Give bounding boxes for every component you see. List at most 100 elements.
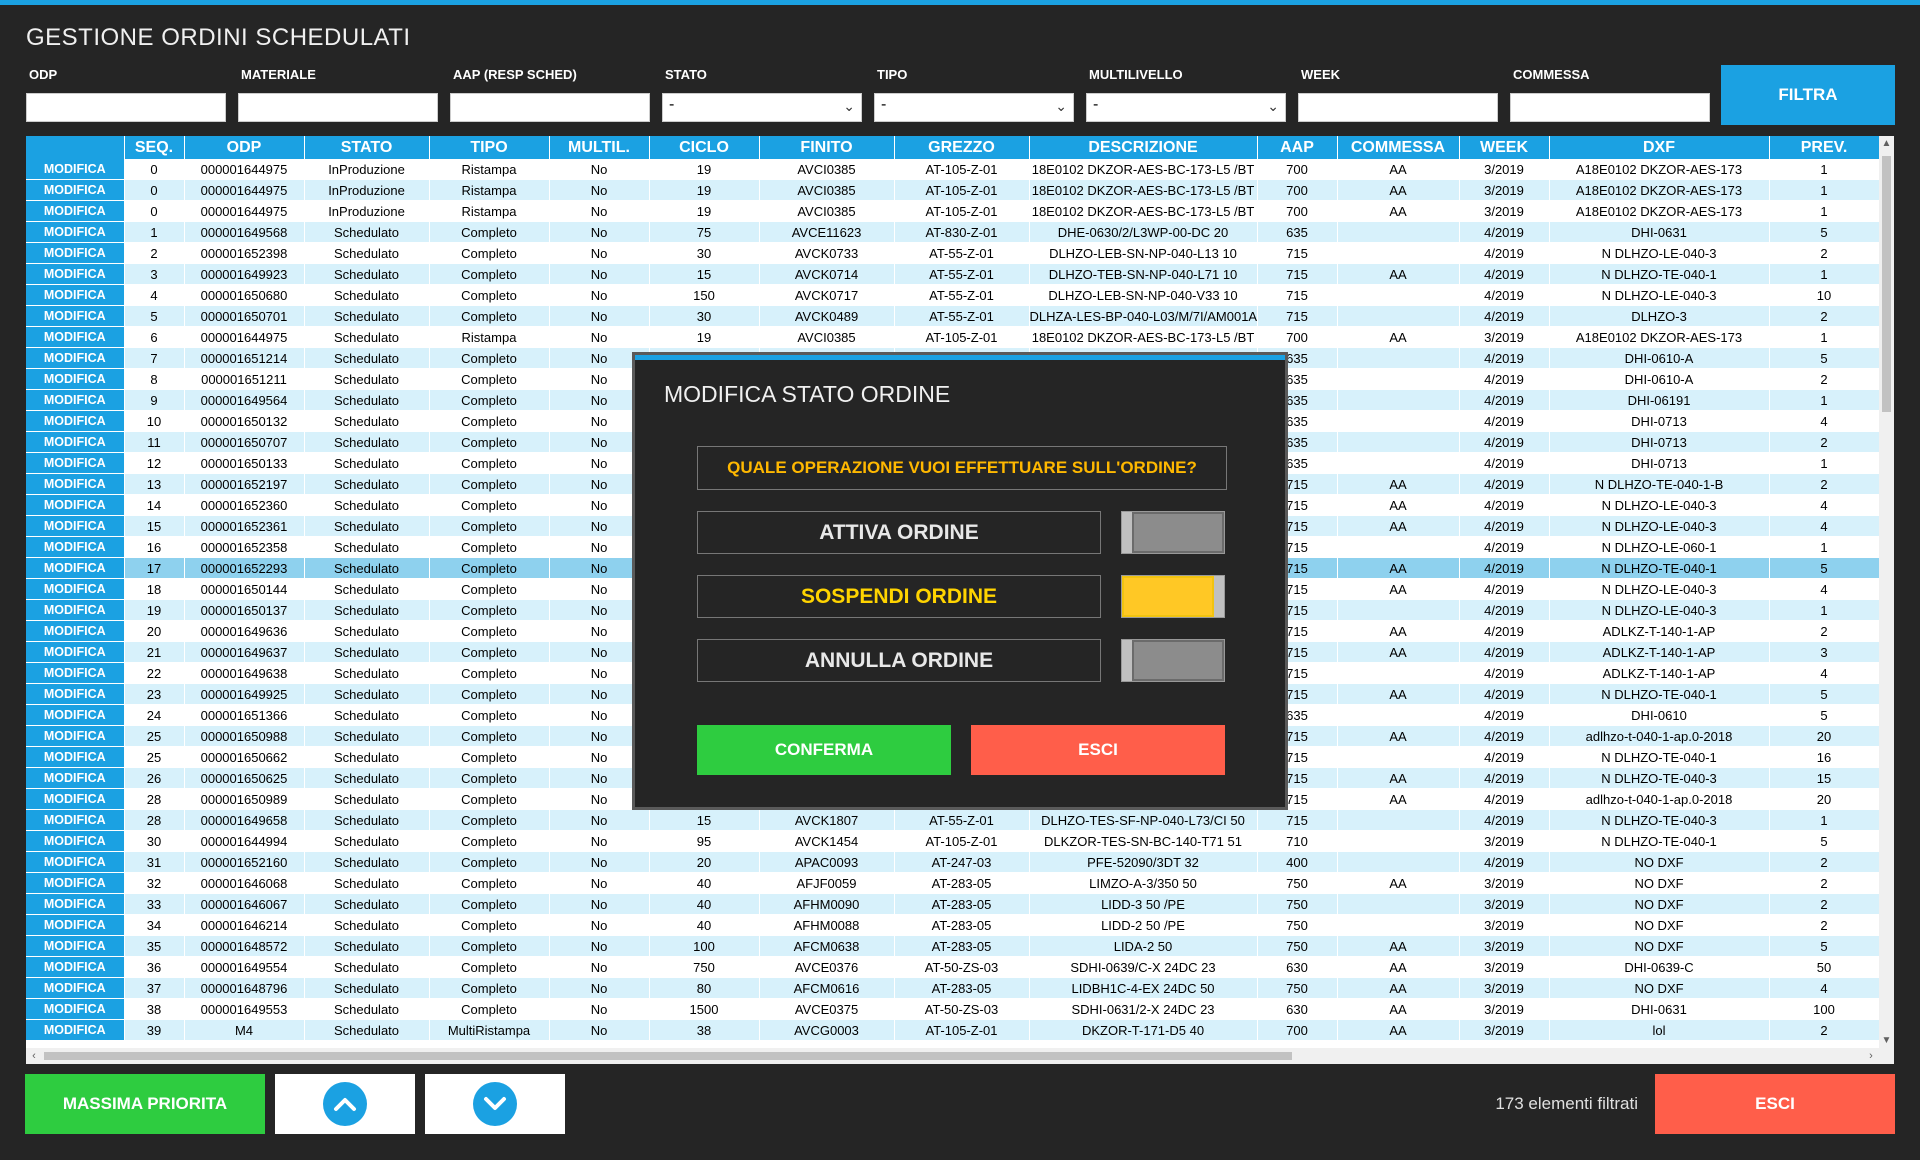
- modify-row-button[interactable]: MODIFICA: [26, 242, 125, 264]
- modify-row-button[interactable]: MODIFICA: [26, 872, 125, 894]
- filter-input-odp[interactable]: [26, 93, 226, 122]
- scroll-down-arrow-icon[interactable]: ▼: [1879, 1033, 1894, 1048]
- modify-row-button[interactable]: MODIFICA: [26, 368, 125, 390]
- modify-row-button[interactable]: MODIFICA: [26, 347, 125, 369]
- column-header[interactable]: DESCRIZIONE: [1029, 136, 1258, 159]
- table-row[interactable]: MODIFICA 3 000001649923 Schedulato Completo N…: [26, 263, 1880, 285]
- modify-row-button[interactable]: MODIFICA: [26, 284, 125, 306]
- modify-row-button[interactable]: MODIFICA: [26, 410, 125, 432]
- column-header[interactable]: GREZZO: [894, 136, 1030, 159]
- filter-button[interactable]: FILTRA: [1721, 65, 1895, 125]
- column-header[interactable]: FINITO: [759, 136, 895, 159]
- modify-row-button[interactable]: MODIFICA: [26, 641, 125, 663]
- filter-input-aap[interactable]: [450, 93, 650, 122]
- modify-row-button[interactable]: MODIFICA: [26, 263, 125, 285]
- modify-row-button[interactable]: MODIFICA: [26, 221, 125, 243]
- toggle-attiva[interactable]: [1121, 511, 1225, 554]
- modify-row-button[interactable]: MODIFICA: [26, 599, 125, 621]
- max-priority-button[interactable]: MASSIMA PRIORITA: [25, 1074, 265, 1134]
- modify-row-button[interactable]: MODIFICA: [26, 536, 125, 558]
- toggle-annulla[interactable]: [1121, 639, 1225, 682]
- modify-row-button[interactable]: MODIFICA: [26, 389, 125, 411]
- horizontal-scrollbar[interactable]: ‹ ›: [26, 1048, 1879, 1064]
- modify-row-button[interactable]: MODIFICA: [26, 1019, 125, 1041]
- table-row[interactable]: MODIFICA 2 000001652398 Schedulato Completo N…: [26, 242, 1880, 264]
- filter-input-materiale[interactable]: [238, 93, 438, 122]
- table-row[interactable]: MODIFICA 1 000001649568 Schedulato Completo N…: [26, 221, 1880, 243]
- filter-select-multilivello[interactable]: - ⌄: [1086, 93, 1286, 122]
- column-header[interactable]: ODP: [184, 136, 305, 159]
- filter-input-week[interactable]: [1298, 93, 1498, 122]
- move-down-button[interactable]: [425, 1074, 565, 1134]
- move-up-button[interactable]: [275, 1074, 415, 1134]
- modify-row-button[interactable]: MODIFICA: [26, 956, 125, 978]
- horizontal-scroll-thumb[interactable]: [44, 1052, 1292, 1060]
- exit-button[interactable]: ESCI: [1655, 1074, 1895, 1134]
- table-row[interactable]: MODIFICA 39 M4 Schedulato MultiRistampa No 38 A…: [26, 1019, 1880, 1041]
- modify-row-button[interactable]: MODIFICA: [26, 179, 125, 201]
- table-row[interactable]: MODIFICA 31 000001652160 Schedulato Completo…: [26, 851, 1880, 873]
- table-row[interactable]: MODIFICA 36 000001649554 Schedulato Completo…: [26, 956, 1880, 978]
- column-header[interactable]: STATO: [304, 136, 430, 159]
- table-row[interactable]: MODIFICA 30 000001644994 Schedulato Completo…: [26, 830, 1880, 852]
- modify-row-button[interactable]: MODIFICA: [26, 851, 125, 873]
- table-row[interactable]: MODIFICA 0 000001644975 InProduzione Ristamp…: [26, 179, 1880, 201]
- modify-row-button[interactable]: MODIFICA: [26, 305, 125, 327]
- filter-select-stato[interactable]: - ⌄: [662, 93, 862, 122]
- table-row[interactable]: MODIFICA 34 000001646214 Schedulato Completo…: [26, 914, 1880, 936]
- modify-row-button[interactable]: MODIFICA: [26, 746, 125, 768]
- modify-row-button[interactable]: MODIFICA: [26, 914, 125, 936]
- scroll-left-arrow-icon[interactable]: ‹: [26, 1048, 42, 1064]
- modify-row-button[interactable]: MODIFICA: [26, 683, 125, 705]
- modify-row-button[interactable]: MODIFICA: [26, 473, 125, 495]
- table-row[interactable]: MODIFICA 35 000001648572 Schedulato Completo…: [26, 935, 1880, 957]
- table-row[interactable]: MODIFICA 28 000001649658 Schedulato Completo…: [26, 809, 1880, 831]
- modify-row-button[interactable]: MODIFICA: [26, 809, 125, 831]
- table-row[interactable]: MODIFICA 5 000001650701 Schedulato Completo N…: [26, 305, 1880, 327]
- table-row[interactable]: MODIFICA 38 000001649553 Schedulato Completo…: [26, 998, 1880, 1020]
- toggle-sospendi[interactable]: [1121, 575, 1225, 618]
- filter-input-commessa[interactable]: [1510, 93, 1710, 122]
- modify-row-button[interactable]: MODIFICA: [26, 998, 125, 1020]
- modify-row-button[interactable]: MODIFICA: [26, 494, 125, 516]
- modify-row-button[interactable]: MODIFICA: [26, 200, 125, 222]
- modify-row-button[interactable]: MODIFICA: [26, 326, 125, 348]
- table-row[interactable]: MODIFICA 0 000001644975 InProduzione Ristamp…: [26, 200, 1880, 222]
- column-header[interactable]: AAP: [1257, 136, 1338, 159]
- scroll-right-arrow-icon[interactable]: ›: [1863, 1048, 1879, 1064]
- modify-row-button[interactable]: MODIFICA: [26, 159, 125, 180]
- modify-row-button[interactable]: MODIFICA: [26, 725, 125, 747]
- column-header[interactable]: DXF: [1549, 136, 1770, 159]
- modify-row-button[interactable]: MODIFICA: [26, 935, 125, 957]
- column-header[interactable]: TIPO: [429, 136, 550, 159]
- column-header[interactable]: WEEK: [1459, 136, 1550, 159]
- modify-row-button[interactable]: MODIFICA: [26, 662, 125, 684]
- modify-row-button[interactable]: MODIFICA: [26, 704, 125, 726]
- modify-row-button[interactable]: MODIFICA: [26, 557, 125, 579]
- column-header[interactable]: [26, 136, 125, 159]
- scroll-up-arrow-icon[interactable]: ▲: [1879, 136, 1894, 151]
- table-row[interactable]: MODIFICA 37 000001648796 Schedulato Completo…: [26, 977, 1880, 999]
- modify-row-button[interactable]: MODIFICA: [26, 977, 125, 999]
- table-row[interactable]: MODIFICA 6 000001644975 Schedulato Ristampa N…: [26, 326, 1880, 348]
- vertical-scrollbar[interactable]: ▲ ▼: [1879, 136, 1894, 1048]
- table-row[interactable]: MODIFICA 33 000001646067 Schedulato Completo…: [26, 893, 1880, 915]
- column-header[interactable]: PREV.: [1769, 136, 1880, 159]
- column-header[interactable]: MULTIL.: [549, 136, 650, 159]
- modify-row-button[interactable]: MODIFICA: [26, 620, 125, 642]
- modify-row-button[interactable]: MODIFICA: [26, 830, 125, 852]
- modify-row-button[interactable]: MODIFICA: [26, 788, 125, 810]
- modify-row-button[interactable]: MODIFICA: [26, 893, 125, 915]
- column-header[interactable]: COMMESSA: [1337, 136, 1460, 159]
- table-row[interactable]: MODIFICA 32 000001646068 Schedulato Completo…: [26, 872, 1880, 894]
- table-row[interactable]: MODIFICA 4 000001650680 Schedulato Completo N…: [26, 284, 1880, 306]
- modify-row-button[interactable]: MODIFICA: [26, 578, 125, 600]
- table-row[interactable]: MODIFICA 0 000001644975 InProduzione Ristamp…: [26, 159, 1880, 180]
- modify-row-button[interactable]: MODIFICA: [26, 767, 125, 789]
- filter-select-tipo[interactable]: - ⌄: [874, 93, 1074, 122]
- dialog-exit-button[interactable]: ESCI: [971, 725, 1225, 775]
- modify-row-button[interactable]: MODIFICA: [26, 431, 125, 453]
- column-header[interactable]: CICLO: [649, 136, 760, 159]
- confirm-button[interactable]: CONFERMA: [697, 725, 951, 775]
- modify-row-button[interactable]: MODIFICA: [26, 515, 125, 537]
